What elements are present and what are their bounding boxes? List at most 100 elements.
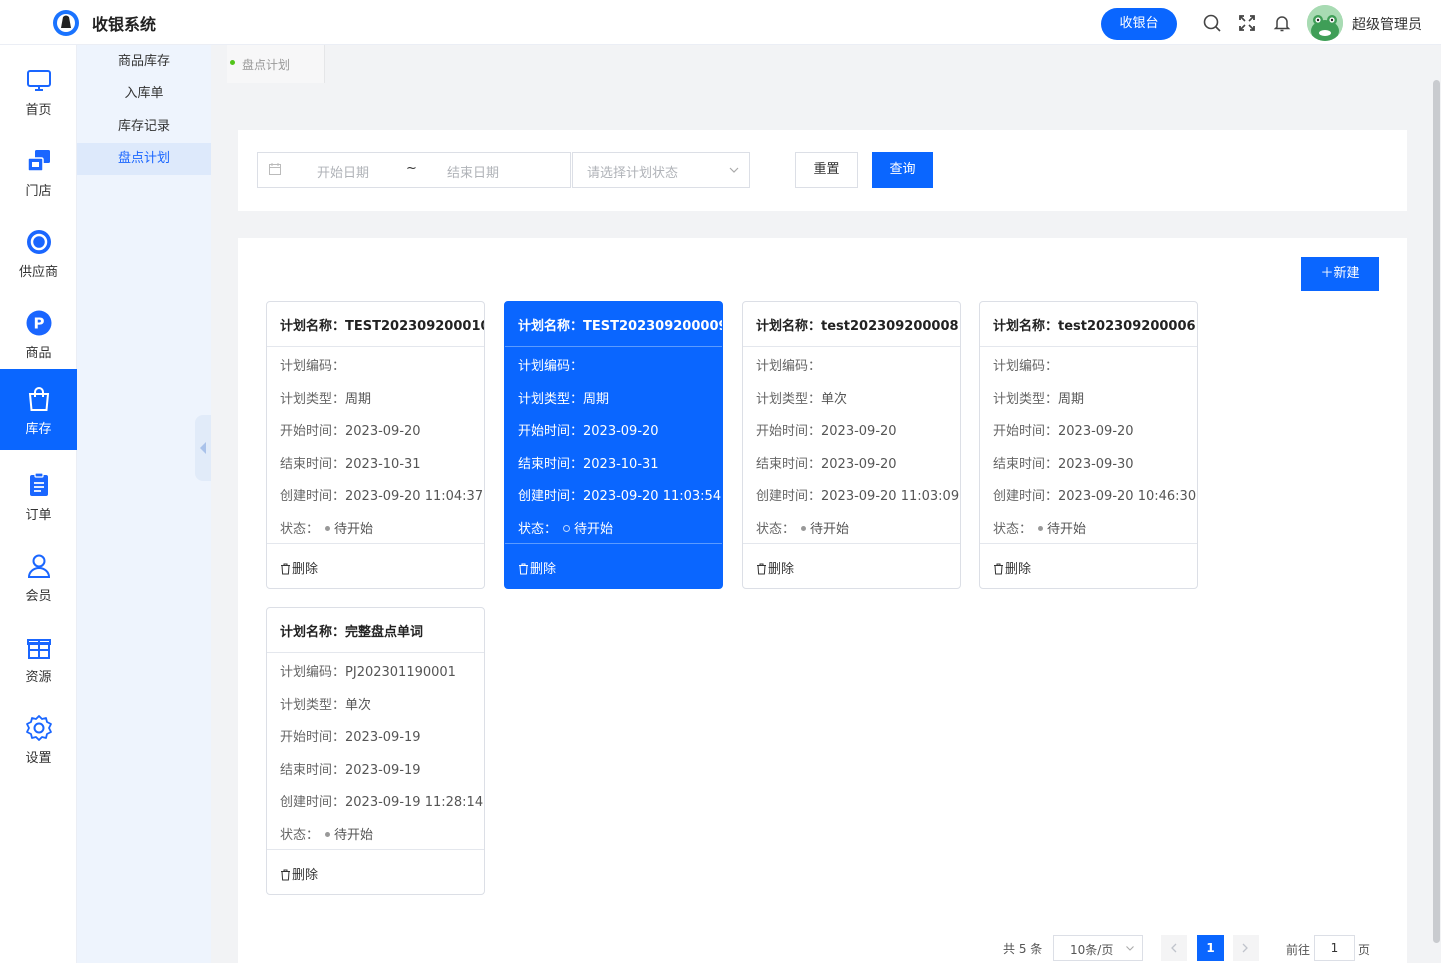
query-button[interactable]: 查询	[872, 152, 933, 188]
bell-icon[interactable]	[1272, 13, 1292, 33]
plan-status-label: 状态：	[993, 522, 1033, 537]
subnav-item-stock[interactable]: 商品库存	[77, 46, 211, 78]
p-badge-icon: P	[26, 310, 52, 336]
nav-item-store[interactable]: 门店	[0, 131, 77, 212]
nav-item-inventory[interactable]: 库存	[0, 369, 77, 450]
subnav-item-inbound[interactable]: 入库单	[77, 78, 211, 110]
chevron-down-icon	[729, 167, 739, 173]
status-dot	[563, 525, 571, 532]
top-header: 收银系统 收银台 超级管理员	[0, 0, 1441, 45]
nav-label: 库存	[25, 422, 52, 437]
tab-label: 盘点计划	[242, 58, 291, 72]
end-date-input[interactable]: 结束日期	[447, 162, 499, 181]
plan-end-row: 结束时间：2023-10-31	[518, 453, 659, 472]
app-title: 收银系统	[92, 15, 157, 34]
plan-name-label: 计划名称：	[993, 319, 1059, 334]
date-range-picker[interactable]: 开始日期 ~ 结束日期	[257, 152, 571, 188]
plan-end-label: 结束时间：	[756, 457, 822, 472]
plan-status-value: 待开始	[334, 828, 374, 843]
plan-code-label: 计划编码：	[280, 665, 346, 680]
page-number-current[interactable]: 1	[1197, 935, 1224, 961]
nav-item-orders[interactable]: 订单	[0, 455, 77, 536]
plan-card-title: 计划名称：TEST202309200009	[505, 302, 722, 347]
plan-status-value: 待开始	[1047, 522, 1087, 537]
plan-end-value: 2023-10-31	[345, 457, 421, 472]
gear-icon	[26, 715, 52, 741]
plan-type-value: 周期	[345, 392, 372, 407]
plan-type-row: 计划类型：周期	[993, 388, 1084, 407]
tab-stocktake[interactable]: 盘点计划	[227, 45, 325, 83]
subnav-item-stocktake[interactable]: 盘点计划	[77, 143, 211, 175]
goto-unit: 页	[1358, 943, 1371, 957]
plan-start-value: 2023-09-20	[1058, 424, 1134, 439]
plan-name-value: test202309200008	[821, 319, 959, 334]
clipboard-icon	[30, 472, 48, 496]
reset-button[interactable]: 重置	[795, 152, 858, 188]
sidebar-collapse-handle[interactable]	[195, 415, 211, 481]
delete-label: 删除	[1005, 562, 1032, 577]
plan-start-value: 2023-09-19	[345, 730, 421, 745]
trash-icon	[281, 563, 290, 575]
plan-type-label: 计划类型：	[280, 698, 346, 713]
page-size-value: 10条/页	[1070, 943, 1114, 957]
subnav-item-records[interactable]: 库存记录	[77, 111, 211, 143]
plan-card[interactable]: 计划名称：TEST202309200010 计划编码： 计划类型：周期 开始时间：20…	[266, 301, 485, 589]
plan-card[interactable]: 计划名称：TEST202309200009 计划编码： 计划类型：周期 开始时间：20…	[504, 301, 723, 589]
status-dot	[801, 526, 807, 531]
plan-card[interactable]: 计划名称：完整盘点单词 计划编码：PJ202301190001 计划类型：单次 开始时…	[266, 607, 485, 895]
filter-panel: 开始日期 ~ 结束日期 请选择计划状态 重置 查询	[238, 130, 1407, 211]
delete-button[interactable]: 删除	[756, 558, 794, 577]
plan-name-value: 完整盘点单词	[345, 625, 424, 640]
status-dot	[325, 526, 331, 531]
monitor-icon	[27, 70, 51, 91]
nav-item-member[interactable]: 会员	[0, 536, 77, 617]
plan-card[interactable]: 计划名称：test202309200006 计划编码： 计划类型：周期 开始时间：20…	[979, 301, 1198, 589]
avatar[interactable]	[1307, 5, 1343, 41]
plan-type-value: 周期	[583, 392, 610, 407]
page-size-select[interactable]: 10条/页	[1053, 935, 1143, 961]
new-plan-button[interactable]: ＋新建	[1301, 257, 1379, 291]
nav-item-home[interactable]: 首页	[0, 50, 77, 131]
nav-item-resource[interactable]: 资源	[0, 617, 77, 698]
plan-code-label: 计划编码：	[993, 359, 1059, 374]
nav-item-settings[interactable]: 设置	[0, 698, 77, 779]
nav-label: 商品	[25, 346, 52, 361]
plan-type-value: 单次	[345, 698, 372, 713]
plan-start-label: 开始时间：	[280, 730, 346, 745]
delete-button[interactable]: 删除	[518, 558, 556, 577]
cashier-button[interactable]: 收银台	[1101, 8, 1177, 40]
plan-card-footer: 删除	[505, 543, 722, 589]
delete-button[interactable]: 删除	[280, 864, 318, 883]
store-icon	[27, 150, 50, 172]
nav-label: 供应商	[18, 265, 58, 280]
plan-start-row: 开始时间：2023-09-19	[280, 726, 421, 745]
prev-page-button[interactable]	[1161, 935, 1187, 961]
status-select[interactable]: 请选择计划状态	[572, 152, 750, 188]
plan-status-row: 状态： 待开始	[518, 518, 613, 537]
plan-type-label: 计划类型：	[756, 392, 822, 407]
plan-created-label: 创建时间：	[518, 489, 584, 504]
plan-end-value: 2023-09-19	[345, 763, 421, 778]
page-scrollbar[interactable]	[1433, 80, 1440, 943]
plan-type-row: 计划类型：周期	[518, 388, 609, 407]
nav-item-product[interactable]: P 商品	[0, 293, 77, 374]
plan-code-value: PJ202301190001	[345, 665, 456, 680]
plan-card-title: 计划名称：TEST202309200010	[267, 302, 484, 347]
start-date-input[interactable]: 开始日期	[317, 162, 369, 181]
goto-page-input[interactable]	[1314, 935, 1355, 961]
plan-code-label: 计划编码：	[518, 359, 584, 374]
plan-created-row: 创建时间：2023-09-20 11:03:09	[756, 485, 959, 504]
search-icon[interactable]	[1202, 13, 1222, 33]
plan-status-row: 状态： 待开始	[280, 518, 373, 537]
plan-card[interactable]: 计划名称：test202309200008 计划编码： 计划类型：单次 开始时间：20…	[742, 301, 961, 589]
plan-created-value: 2023-09-20 11:03:09	[821, 489, 960, 504]
user-name[interactable]: 超级管理员	[1352, 14, 1422, 34]
status-placeholder: 请选择计划状态	[587, 166, 679, 181]
delete-button[interactable]: 删除	[993, 558, 1031, 577]
nav-item-supplier[interactable]: 供应商	[0, 212, 77, 293]
next-page-button[interactable]	[1233, 935, 1259, 961]
plan-end-value: 2023-09-30	[1058, 457, 1134, 472]
delete-button[interactable]: 删除	[280, 558, 318, 577]
plan-type-row: 计划类型：单次	[280, 694, 371, 713]
fullscreen-icon[interactable]	[1237, 13, 1257, 33]
